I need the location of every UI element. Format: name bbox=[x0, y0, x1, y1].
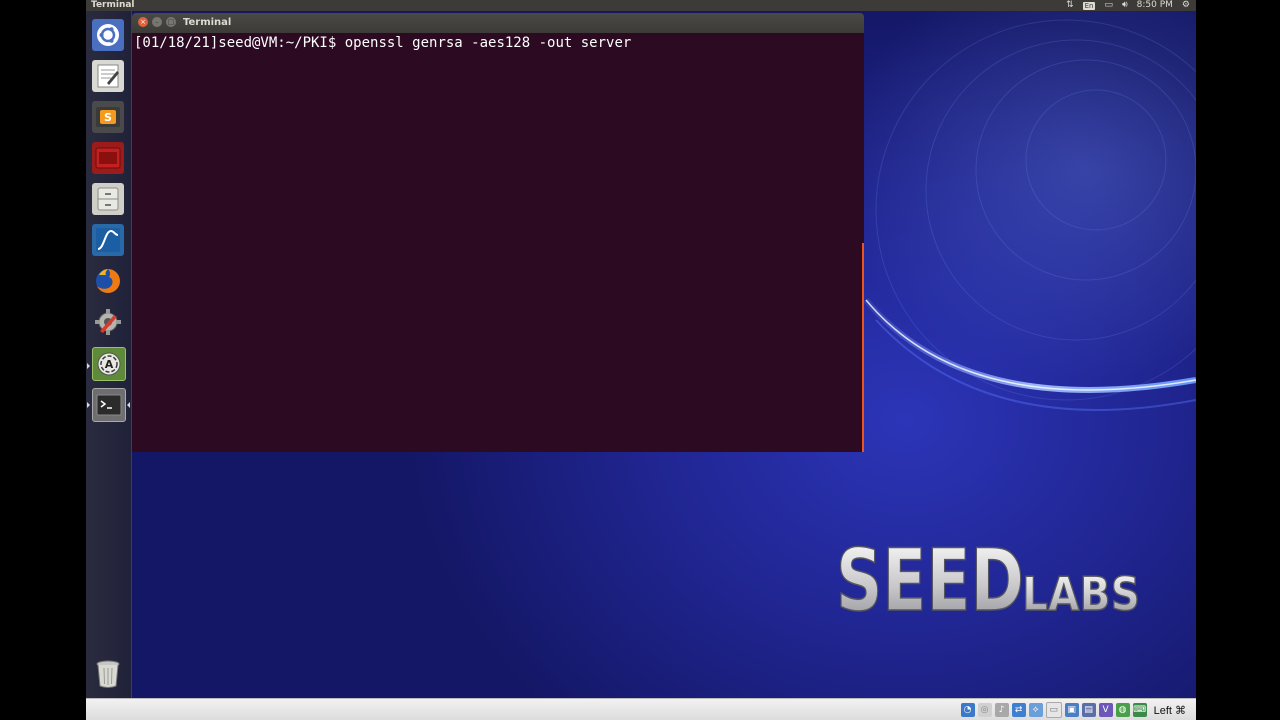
firefox-launcher[interactable] bbox=[92, 265, 124, 297]
display-icon[interactable]: ▣ bbox=[1064, 703, 1079, 717]
seed-labs-logo: SEED LABS bbox=[835, 530, 1141, 622]
logo-labs-text: LABS bbox=[1022, 567, 1140, 621]
battery-icon[interactable]: ▭ bbox=[1104, 0, 1113, 11]
trash-icon bbox=[96, 660, 120, 688]
text-editor-icon bbox=[97, 64, 119, 88]
shell-prompt: [01/18/21]seed@VM:~/PKI$ bbox=[134, 35, 337, 51]
ubuntu-logo-icon bbox=[97, 24, 119, 46]
window-maximize-button[interactable]: □ bbox=[166, 17, 176, 27]
network-arrows-icon[interactable]: ⇅ bbox=[1066, 0, 1074, 11]
vbox-status-icons: ◔ ◎ ♪ ⇄ ⟡ ▭ ▣ ▤ V ◍ ⌨ Left ⌘ bbox=[960, 702, 1186, 718]
top-panel: Terminal ⇅ En ▭ 🔊︎ 8:50 PM ⚙ bbox=[86, 0, 1196, 11]
clock[interactable]: 8:50 PM bbox=[1137, 0, 1173, 11]
software-updater-launcher[interactable]: A bbox=[92, 347, 126, 381]
running-indicator bbox=[87, 363, 90, 369]
window-close-button[interactable]: × bbox=[138, 17, 148, 27]
usb-icon[interactable]: ⟡ bbox=[1028, 703, 1043, 717]
volume-icon[interactable]: 🔊︎ bbox=[1122, 0, 1128, 11]
terminal-icon bbox=[96, 394, 122, 416]
files-launcher[interactable] bbox=[92, 183, 124, 215]
firefox-icon bbox=[96, 269, 120, 293]
virtualbox-status-bar: ◔ ◎ ♪ ⇄ ⟡ ▭ ▣ ▤ V ◍ ⌨ Left ⌘ bbox=[86, 698, 1196, 720]
unity-launcher: S A bbox=[86, 11, 132, 698]
logo-seed-text: SEED bbox=[836, 531, 1024, 622]
window-title: Terminal bbox=[183, 17, 232, 28]
terminal-launcher[interactable] bbox=[92, 388, 126, 422]
window-minimize-button[interactable]: – bbox=[152, 17, 162, 27]
terminal-output[interactable]: [01/18/21]seed@VM:~/PKI$ openssl genrsa … bbox=[132, 33, 864, 452]
audio-icon[interactable]: ♪ bbox=[994, 703, 1009, 717]
running-indicator-terminal bbox=[87, 402, 90, 408]
wireshark-launcher[interactable] bbox=[92, 224, 124, 256]
dash-home-button[interactable] bbox=[92, 19, 124, 51]
recording-icon[interactable]: ▤ bbox=[1081, 703, 1096, 717]
sublime-text-icon: S bbox=[96, 107, 120, 127]
indicator-tray: ⇅ En ▭ 🔊︎ 8:50 PM ⚙ bbox=[1066, 0, 1190, 11]
terminal-scrollbar[interactable] bbox=[862, 243, 864, 452]
terminal-titlebar[interactable]: × – □ Terminal bbox=[132, 13, 864, 33]
virtual-machine-screen: Terminal ⇅ En ▭ 🔊︎ 8:50 PM ⚙ S A × – □ T… bbox=[86, 0, 1196, 720]
system-settings-launcher[interactable] bbox=[92, 306, 124, 338]
active-app-name: Terminal bbox=[91, 0, 135, 10]
network-icon[interactable]: ⇄ bbox=[1011, 703, 1026, 717]
mouse-integration-icon[interactable]: ◍ bbox=[1115, 703, 1130, 717]
host-key-label[interactable]: Left ⌘ bbox=[1154, 704, 1186, 717]
hard-disk-icon[interactable]: ◔ bbox=[960, 703, 975, 717]
software-updater-icon: A bbox=[97, 352, 121, 376]
shared-folder-icon[interactable]: ▭ bbox=[1045, 702, 1062, 718]
cpu-v-icon[interactable]: V bbox=[1098, 703, 1113, 717]
svg-text:A: A bbox=[105, 358, 114, 371]
terminal-window[interactable]: × – □ Terminal [01/18/21]seed@VM:~/PKI$ … bbox=[132, 13, 864, 452]
settings-gear-icon[interactable]: ⚙ bbox=[1182, 0, 1190, 11]
text-editor-launcher[interactable] bbox=[92, 60, 124, 92]
optical-drive-icon[interactable]: ◎ bbox=[977, 703, 992, 717]
command-line[interactable]: [01/18/21]seed@VM:~/PKI$ openssl genrsa … bbox=[134, 35, 631, 51]
keyboard-layout-indicator[interactable]: En bbox=[1082, 1, 1096, 10]
focused-indicator-terminal bbox=[127, 402, 130, 408]
sublime-text-launcher[interactable]: S bbox=[92, 101, 124, 133]
file-cabinet-icon bbox=[97, 187, 119, 211]
wireshark-fin-icon bbox=[96, 228, 120, 252]
terminal-red-launcher[interactable] bbox=[92, 142, 124, 174]
trash-launcher[interactable] bbox=[92, 658, 124, 690]
terminal-red-icon bbox=[95, 147, 121, 169]
settings-wrench-icon bbox=[95, 309, 121, 335]
svg-text:S: S bbox=[104, 111, 112, 124]
keyboard-icon[interactable]: ⌨ bbox=[1132, 703, 1147, 717]
typed-command: openssl genrsa -aes128 -out server bbox=[344, 35, 632, 51]
